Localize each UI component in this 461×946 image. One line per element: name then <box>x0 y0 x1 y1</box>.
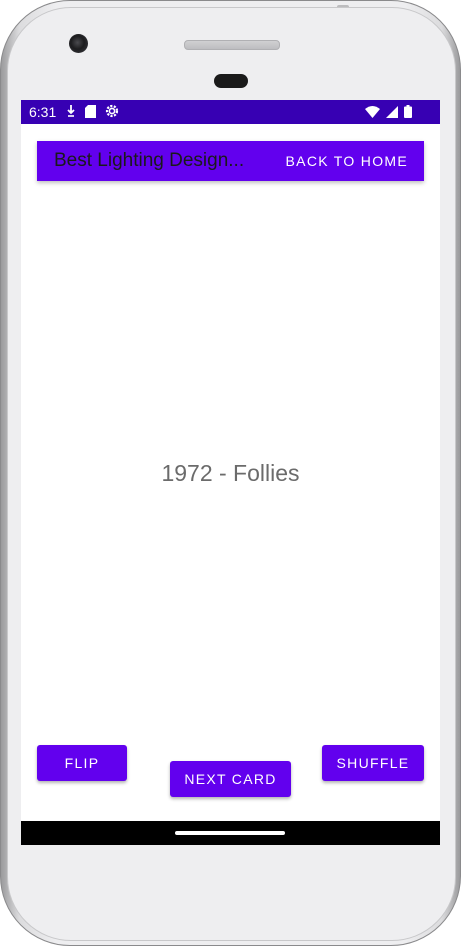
front-camera <box>69 34 88 53</box>
app-title: Best Lighting Design... <box>54 150 245 171</box>
phone-screen: 6:31 Best Lighting Design... BACK TO HOM… <box>21 100 440 845</box>
status-time: 6:31 <box>29 104 57 120</box>
status-notification-icons <box>66 104 119 121</box>
next-card-button[interactable]: NEXT CARD <box>170 761 291 797</box>
status-bar: 6:31 <box>21 100 440 124</box>
navigation-bar <box>21 821 440 845</box>
shuffle-button[interactable]: SHUFFLE <box>322 745 424 781</box>
cell-signal-icon <box>386 105 398 121</box>
phone-frame: 6:31 Best Lighting Design... BACK TO HOM… <box>0 0 461 946</box>
download-icon <box>66 104 76 121</box>
wifi-icon <box>365 105 380 121</box>
app-bar: Best Lighting Design... BACK TO HOME <box>37 141 424 181</box>
home-gesture-handle[interactable] <box>175 831 285 835</box>
battery-icon <box>404 105 412 121</box>
settings-icon <box>105 104 119 121</box>
proximity-sensor <box>214 74 248 88</box>
sd-card-icon <box>85 104 96 121</box>
back-to-home-button[interactable]: BACK TO HOME <box>286 153 408 169</box>
earpiece-speaker <box>184 40 280 50</box>
status-system-icons <box>365 105 412 121</box>
flashcard-text: 1972 - Follies <box>161 460 300 486</box>
flip-button[interactable]: FLIP <box>37 745 127 781</box>
